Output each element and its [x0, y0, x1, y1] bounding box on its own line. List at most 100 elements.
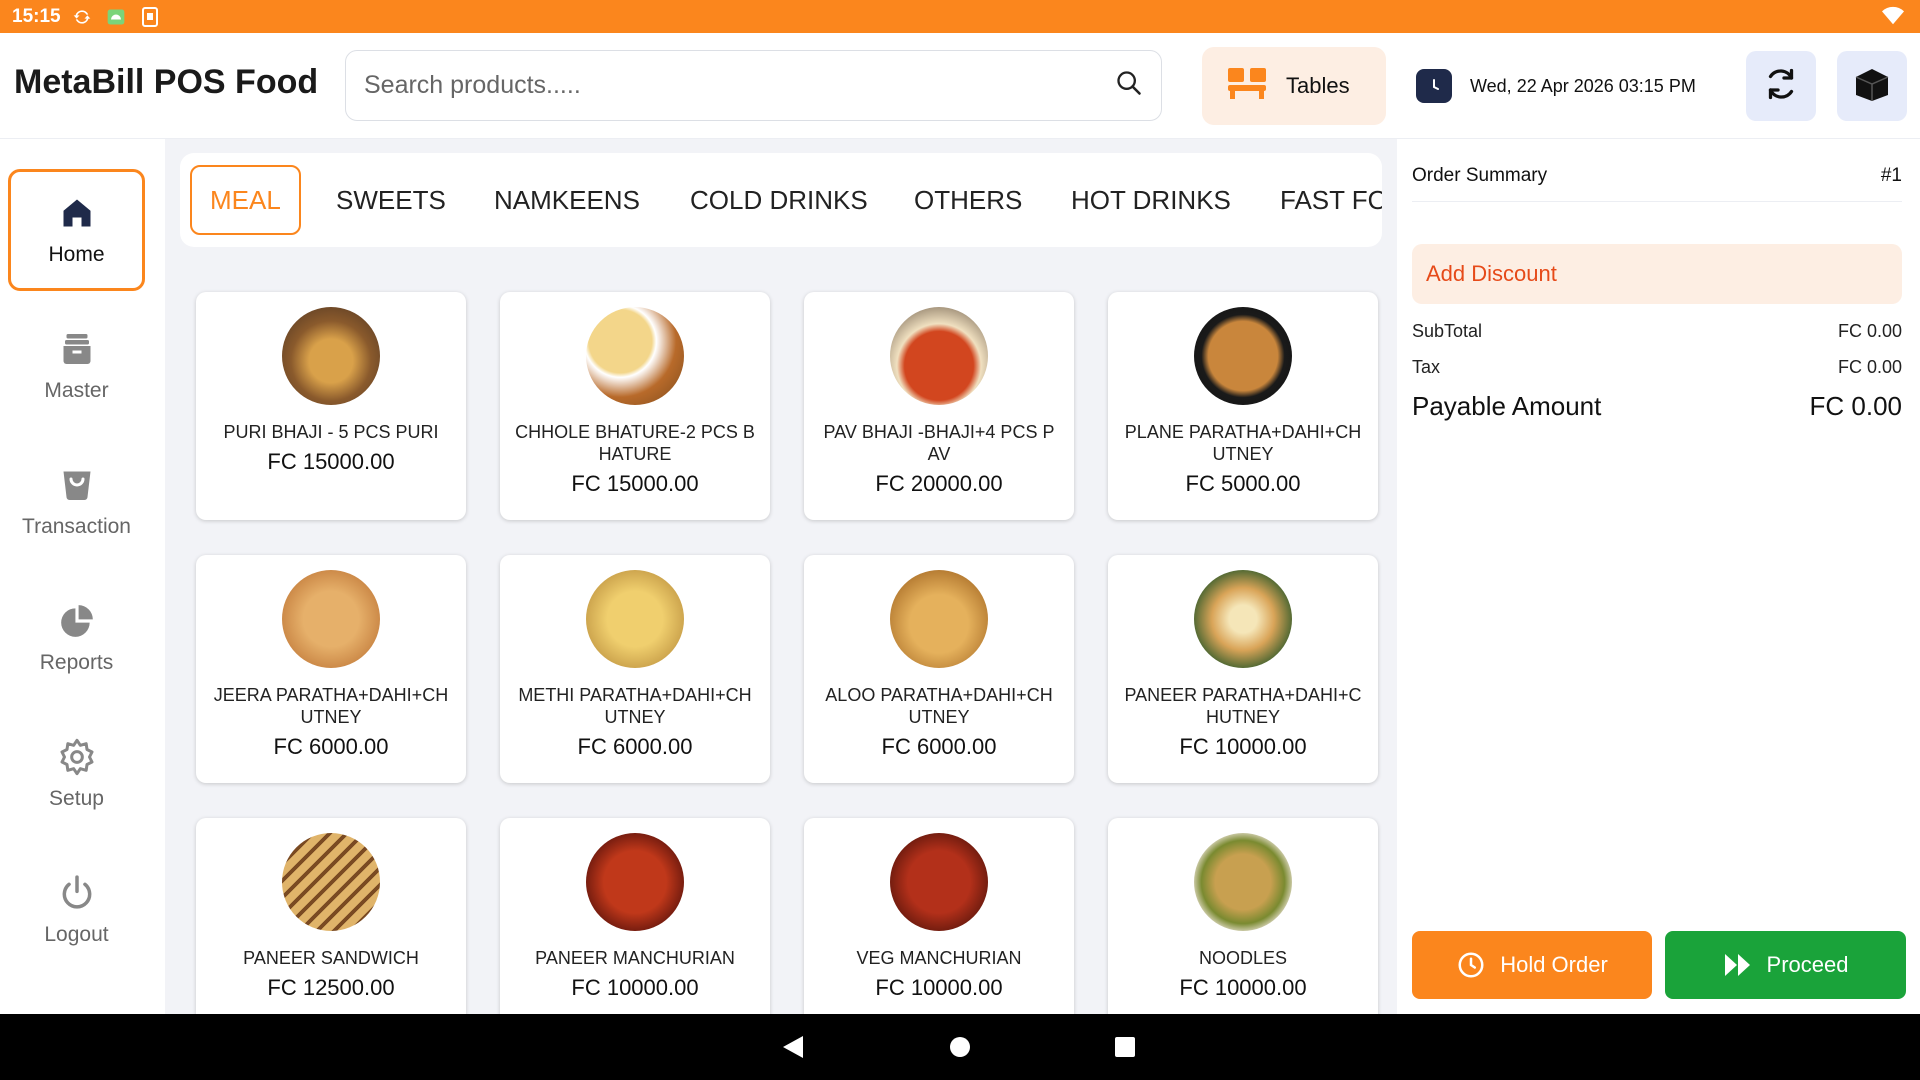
sidebar-item-master[interactable]: Master [8, 305, 145, 427]
sim-icon [139, 6, 161, 28]
cash-drawer-button[interactable] [1837, 51, 1907, 121]
bag-icon [59, 465, 95, 505]
tab-cold-drinks[interactable]: COLD DRINKS [690, 165, 868, 235]
order-summary-panel: Order Summary #1 Add Discount SubTotal F… [1397, 139, 1920, 1014]
sidebar-item-home[interactable]: Home [8, 169, 145, 291]
sidebar-item-logout[interactable]: Logout [8, 849, 145, 971]
tab-sweets[interactable]: SWEETS [336, 165, 446, 235]
payable-value: FC 0.00 [1809, 391, 1903, 421]
hold-order-label: Hold Order [1500, 952, 1608, 977]
order-number: #1 [1880, 165, 1902, 186]
datetime-text: Wed, 22 Apr 2026 03:15 PM [1470, 75, 1696, 96]
sidebar-item-transaction[interactable]: Transaction [8, 441, 145, 563]
inbox-icon [59, 329, 95, 369]
payable-row: Payable Amount FC 0.00 [1412, 391, 1902, 422]
tab-namkeens[interactable]: NAMKEENS [494, 165, 640, 235]
product-image [282, 307, 380, 405]
back-icon[interactable] [778, 1032, 808, 1062]
product-card[interactable]: PANEER MANCHURIAN FC 10000.00 [500, 818, 770, 1014]
product-image [1194, 570, 1292, 668]
product-image [890, 570, 988, 668]
search-box[interactable] [345, 50, 1162, 121]
status-bar: 15:15 [0, 0, 1920, 33]
tax-value: FC 0.00 [1837, 357, 1902, 377]
product-card[interactable]: PANEER SANDWICH FC 12500.00 [196, 818, 466, 1014]
product-price: FC 10000.00 [1179, 734, 1307, 759]
product-card[interactable]: PAV BHAJI -BHAJI+4 PCS PAV FC 20000.00 [804, 292, 1074, 520]
product-price: FC 10000.00 [1179, 975, 1307, 1000]
pie-chart-icon [58, 601, 96, 641]
product-price: FC 15000.00 [267, 449, 395, 474]
recents-icon[interactable] [1110, 1032, 1140, 1062]
product-image [282, 833, 380, 931]
product-price: FC 10000.00 [571, 975, 699, 1000]
product-price: FC 10000.00 [875, 975, 1003, 1000]
sidebar-item-reports[interactable]: Reports [8, 577, 145, 699]
home-nav-icon[interactable] [945, 1032, 975, 1062]
product-price: FC 6000.00 [273, 734, 389, 759]
product-name: PANEER PARATHA+DAHI+CHUTNEY [1124, 685, 1362, 727]
product-card[interactable]: PURI BHAJI - 5 PCS PURI FC 15000.00 [196, 292, 466, 520]
product-name: ALOO PARATHA+DAHI+CHUTNEY [825, 685, 1053, 727]
product-name: CHHOLE BHATURE-2 PCS BHATURE [515, 422, 755, 464]
product-image [586, 307, 684, 405]
fast-forward-icon [1723, 952, 1753, 978]
tax-label: Tax [1412, 357, 1441, 377]
product-card[interactable]: PLANE PARATHA+DAHI+CHUTNEY FC 5000.00 [1108, 292, 1378, 520]
navigation-bar [0, 1014, 1920, 1080]
product-card[interactable]: NOODLES FC 10000.00 [1108, 818, 1378, 1014]
product-price: FC 5000.00 [1185, 471, 1301, 496]
product-image [586, 570, 684, 668]
product-card[interactable]: METHI PARATHA+DAHI+CHUTNEY FC 6000.00 [500, 555, 770, 783]
payable-label: Payable Amount [1412, 391, 1602, 421]
product-card[interactable]: JEERA PARATHA+DAHI+CHUTNEY FC 6000.00 [196, 555, 466, 783]
product-image [1194, 833, 1292, 931]
add-discount-button[interactable]: Add Discount [1412, 244, 1902, 304]
home-icon [59, 193, 95, 233]
tables-button[interactable]: Tables [1202, 47, 1386, 125]
subtotal-row: SubTotal FC 0.00 [1412, 321, 1902, 342]
proceed-button[interactable]: Proceed [1665, 931, 1906, 999]
proceed-label: Proceed [1766, 952, 1849, 977]
tab-hot-drinks[interactable]: HOT DRINKS [1071, 165, 1231, 235]
product-card[interactable]: ALOO PARATHA+DAHI+CHUTNEY FC 6000.00 [804, 555, 1074, 783]
datetime-display: Wed, 22 Apr 2026 03:15 PM [1416, 67, 1696, 105]
clock-icon [1456, 950, 1486, 980]
product-image [1194, 307, 1292, 405]
search-icon[interactable] [1115, 69, 1143, 102]
sidebar-item-label: Logout [44, 923, 109, 946]
tab-fast-food[interactable]: FAST FO [1280, 165, 1382, 235]
power-icon [58, 873, 96, 913]
refresh-button[interactable] [1746, 51, 1816, 121]
product-name: NOODLES [1198, 948, 1288, 968]
product-price: FC 20000.00 [875, 471, 1003, 496]
product-price: FC 15000.00 [571, 471, 699, 496]
product-name: VEG MANCHURIAN [856, 948, 1022, 968]
product-price: FC 12500.00 [267, 975, 395, 1000]
clock-icon [1416, 69, 1452, 103]
sidebar-item-label: Home [48, 243, 105, 266]
product-name: PANEER SANDWICH [243, 948, 419, 968]
android-icon [105, 6, 127, 28]
product-image [586, 833, 684, 931]
product-image [282, 570, 380, 668]
product-card[interactable]: CHHOLE BHATURE-2 PCS BHATURE FC 15000.00 [500, 292, 770, 520]
sidebar-item-setup[interactable]: Setup [8, 713, 145, 835]
table-icon [1226, 66, 1268, 106]
product-name: PAV BHAJI -BHAJI+4 PCS PAV [823, 422, 1055, 464]
tab-meal[interactable]: MEAL [190, 165, 301, 235]
tables-label: Tables [1286, 73, 1350, 98]
search-input[interactable] [364, 71, 1115, 100]
sidebar-item-label: Transaction [22, 515, 131, 538]
order-summary-header: Order Summary #1 [1412, 165, 1902, 202]
sidebar-item-label: Master [44, 379, 109, 402]
sidebar-item-label: Reports [39, 651, 114, 674]
product-card[interactable]: PANEER PARATHA+DAHI+CHUTNEY FC 10000.00 [1108, 555, 1378, 783]
product-image [890, 833, 988, 931]
hold-order-button[interactable]: Hold Order [1412, 931, 1652, 999]
tab-others[interactable]: OTHERS [914, 165, 1022, 235]
product-card[interactable]: VEG MANCHURIAN FC 10000.00 [804, 818, 1074, 1014]
product-name: PANEER MANCHURIAN [535, 948, 735, 968]
product-price: FC 6000.00 [881, 734, 997, 759]
wifi-icon [1882, 6, 1904, 32]
